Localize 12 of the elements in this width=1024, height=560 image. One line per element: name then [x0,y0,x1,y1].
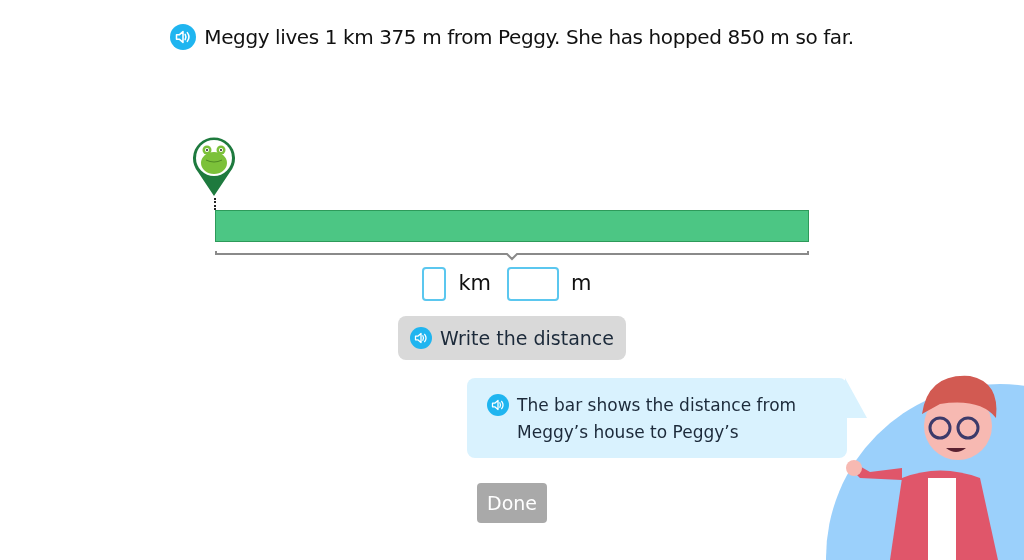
speaker-icon[interactable] [410,327,433,349]
speaker-icon[interactable] [170,24,197,50]
unit-label: km [458,270,492,298]
unit-label: m [571,270,592,298]
speaker-icon[interactable] [487,394,509,416]
instruction-button[interactable]: Write the distance [398,316,626,360]
answer-field[interactable] [422,267,447,301]
speech-text: The bar shows the distance from Meggy’s house to Peggy’s [517,394,798,444]
answer-field[interactable] [507,267,560,301]
bracket-icon [215,251,809,261]
frog-pin-icon [192,136,236,198]
question-text: Meggy lives 1 km 375 m from Peggy. She has hopped 850 m so far. [204,24,854,51]
